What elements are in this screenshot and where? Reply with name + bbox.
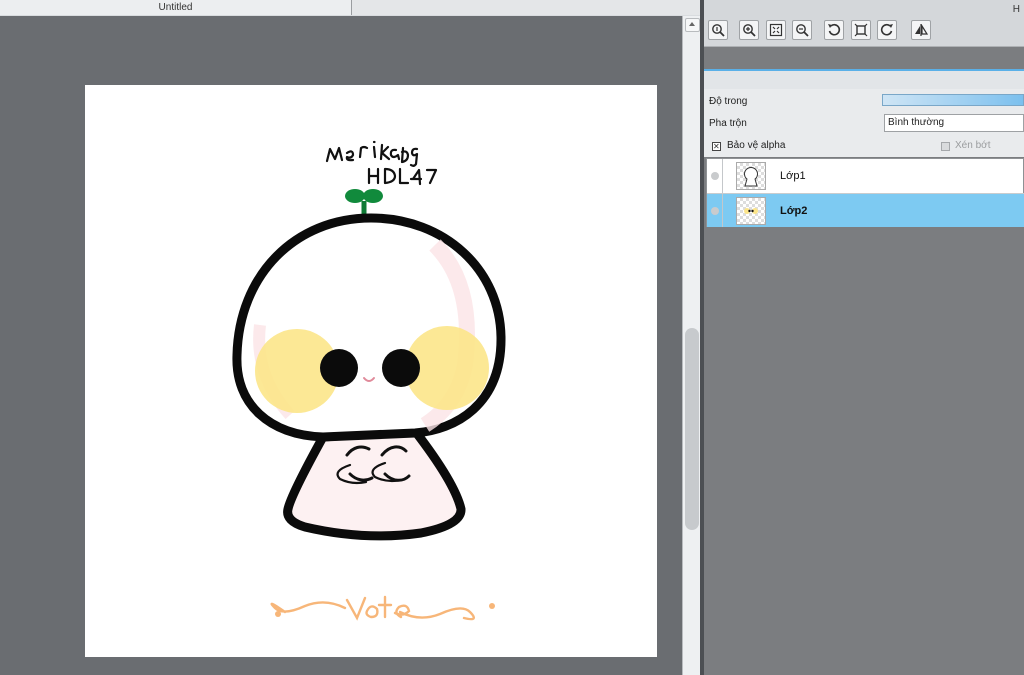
sprout-leaf [345,189,383,217]
layer-name: Lớp1 [780,170,806,182]
flip-horizontal-icon [915,23,928,36]
layer-row-lop1[interactable]: Lớp1 [707,159,1024,193]
blend-mode-select[interactable]: Bình thường [884,114,1024,132]
zoom-actual-icon [712,24,725,37]
eye-icon [711,207,719,215]
eye-icon [711,172,719,180]
vote-ornament [270,595,495,621]
zoom-in-icon [743,24,756,37]
scroll-up-icon[interactable] [685,18,700,32]
visibility-toggle[interactable] [707,159,723,193]
artist-signature [325,140,438,186]
canvas-workspace[interactable] [0,16,682,675]
reset-view-icon [854,23,868,37]
layer-panel-header [704,69,1024,89]
rotate-right-button[interactable] [877,20,897,40]
artwork-illustration [232,140,506,621]
zoom-out-button[interactable] [792,20,812,40]
visibility-toggle[interactable] [707,194,723,228]
layer-thumbnail [736,197,766,225]
layer-row-lop2[interactable]: Lớp2 [707,194,1024,228]
clipping-label: Xén bớt [955,140,991,151]
vertical-scrollbar[interactable] [682,16,701,675]
zoom-actual-button[interactable] [708,20,728,40]
scroll-track[interactable] [685,34,699,675]
zoom-in-button[interactable] [739,20,759,40]
fit-window-button[interactable] [766,20,786,40]
zoom-out-icon [796,24,809,37]
layer-panel-empty-area [704,227,1024,675]
rotate-right-icon [880,23,893,36]
fit-window-icon [769,23,783,37]
layer-properties: Độ trong Pha trộn Bình thường Bảo vệ alp… [704,89,1024,157]
layer-list: Lớp1 Lớp2 [706,158,1024,228]
flip-horizontal-button[interactable] [911,20,931,40]
tab-bar-empty [352,0,700,15]
blend-mode-label: Pha trộn [709,118,747,129]
document-tab-bar: Untitled [0,0,700,17]
navigator-toolbar: H [704,0,1024,47]
right-panel: H Độ trong Pha trộn Bình thường ✕ Bảo vệ… [704,0,1024,675]
layer-thumbnail [736,162,766,190]
clipping-checkbox[interactable] [941,142,950,151]
character-body [283,426,466,541]
protect-alpha-checkbox[interactable] [712,141,721,152]
layer-name: Lớp2 [780,205,808,217]
opacity-label: Độ trong [709,96,748,107]
rotate-left-icon [828,23,841,36]
scroll-thumb[interactable] [685,328,699,530]
protect-alpha-label: Bảo vệ alpha [727,140,786,151]
toolbar-corner-label: H [1012,4,1020,15]
rotate-left-button[interactable] [824,20,844,40]
right-eye [382,349,420,387]
canvas-paper[interactable] [85,85,657,657]
panel-gap [704,47,1024,69]
document-tab[interactable]: Untitled [0,0,352,15]
left-eye [320,349,358,387]
opacity-slider[interactable] [882,94,1024,106]
reset-view-button[interactable] [851,20,871,40]
